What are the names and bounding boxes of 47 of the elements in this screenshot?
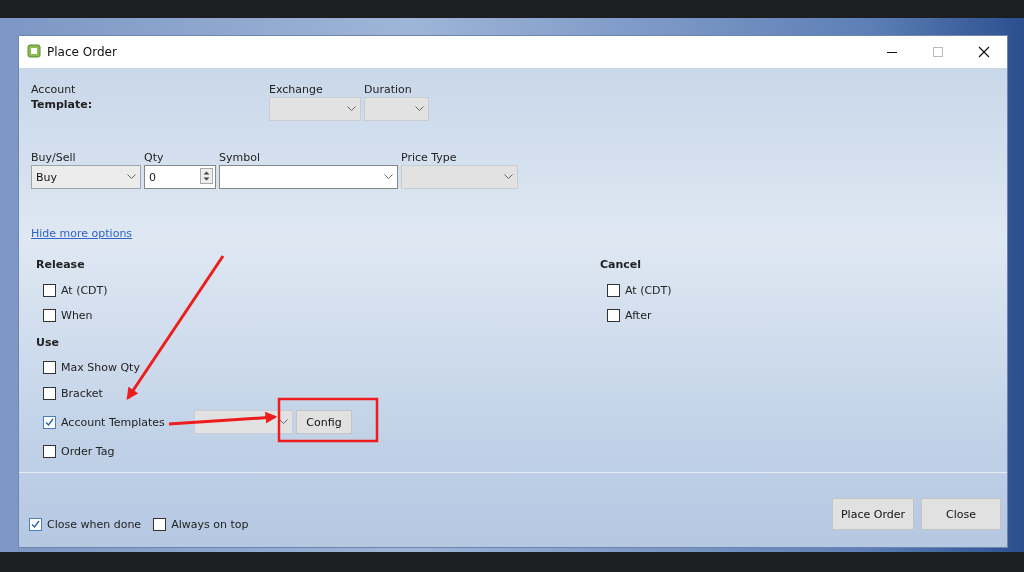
checkbox[interactable] xyxy=(43,308,56,322)
field-label: Qty xyxy=(144,150,165,165)
field-label: Price Type xyxy=(401,150,458,165)
dropdown[interactable] xyxy=(219,165,398,189)
section-title: Use xyxy=(36,336,60,351)
app-icon xyxy=(27,43,41,58)
number-field[interactable]: 0 xyxy=(144,165,216,189)
checkbox-label: After xyxy=(625,308,652,322)
chevron-down-icon xyxy=(384,174,393,180)
field-label: Account xyxy=(31,82,77,97)
field-label: Duration xyxy=(364,82,413,97)
section-title: Release xyxy=(36,258,86,273)
checkbox[interactable] xyxy=(43,283,56,297)
checkbox-label: Max Show Qty xyxy=(61,360,140,374)
chevron-down-icon xyxy=(279,419,288,425)
chevron-down-icon xyxy=(504,174,513,180)
checkbox[interactable] xyxy=(43,415,56,429)
checkbox-label: Always on top xyxy=(171,517,249,531)
dropdown[interactable]: Buy xyxy=(31,165,141,189)
field-label: Template: xyxy=(31,97,94,112)
checkbox[interactable] xyxy=(43,386,56,400)
chevron-down-icon xyxy=(347,106,356,112)
checkbox-label: Order Tag xyxy=(61,444,115,458)
field-label: Buy/Sell xyxy=(31,150,77,165)
checkbox[interactable] xyxy=(607,283,620,297)
field-label: Symbol xyxy=(219,150,261,165)
window-title: Place Order xyxy=(47,45,117,59)
checkbox-label: At (CDT) xyxy=(625,283,672,297)
checkbox[interactable] xyxy=(29,517,42,531)
checkbox-label: At (CDT) xyxy=(61,283,108,297)
spinner-arrows-icon[interactable] xyxy=(200,167,213,184)
chevron-down-icon xyxy=(127,174,136,180)
place-order-button[interactable]: Place Order xyxy=(832,498,914,530)
checkbox-label: Close when done xyxy=(47,517,142,531)
checkbox-label: Account Templates xyxy=(61,415,165,429)
config-button[interactable]: Config xyxy=(296,410,352,434)
close-button[interactable]: Close xyxy=(921,498,1001,530)
chevron-down-icon xyxy=(415,106,424,112)
checkbox-label: Bracket xyxy=(61,386,103,400)
checkbox-label: When xyxy=(61,308,93,322)
hide-options-link[interactable]: Hide more options xyxy=(31,227,133,240)
checkbox[interactable] xyxy=(153,517,167,531)
section-title: Cancel xyxy=(600,258,643,273)
checkbox[interactable] xyxy=(607,308,620,322)
checkbox[interactable] xyxy=(43,360,56,374)
checkbox[interactable] xyxy=(43,444,56,458)
field-label: Exchange xyxy=(269,82,324,97)
